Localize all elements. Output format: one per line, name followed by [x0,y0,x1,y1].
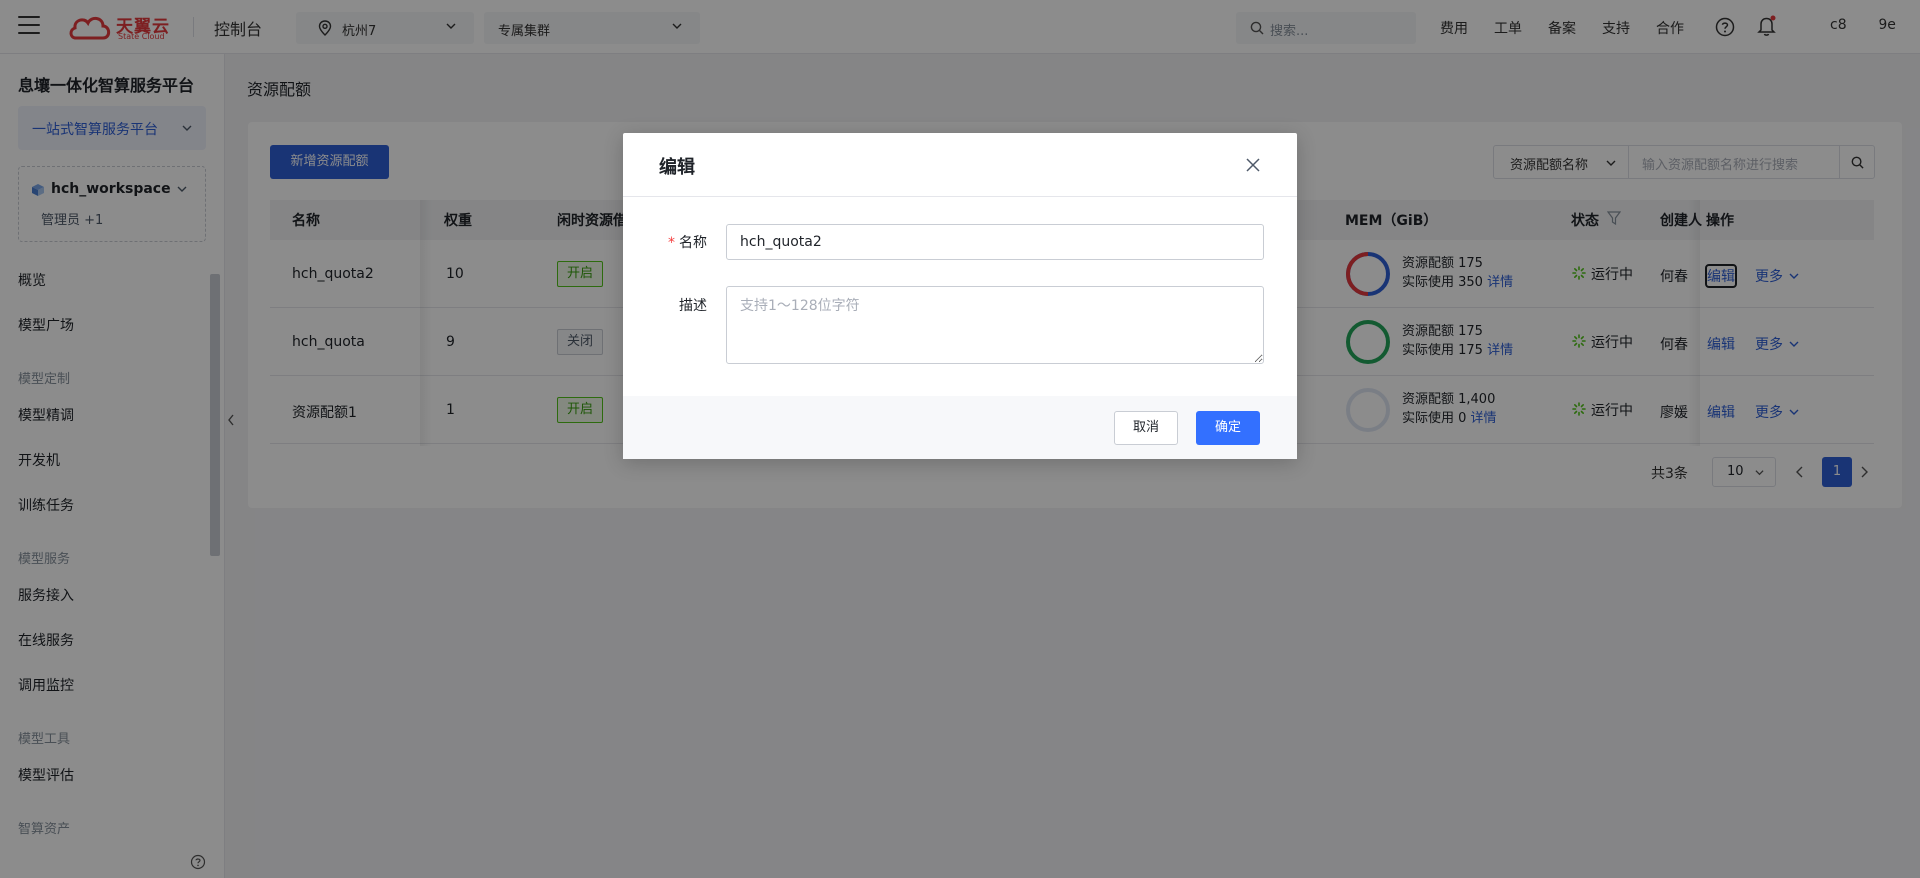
dialog-header: 编辑 [623,133,1297,197]
description-label: 描述 [679,298,707,314]
name-input[interactable] [726,224,1264,260]
cancel-button[interactable]: 取消 [1114,411,1178,445]
edit-dialog: 编辑 *名称 描述 取消 确定 [623,133,1297,459]
close-icon[interactable] [1243,155,1263,175]
name-label-text: 名称 [679,235,707,251]
description-textarea[interactable] [726,286,1264,364]
name-label: * 名称 [668,235,707,251]
confirm-button[interactable]: 确定 [1196,411,1260,445]
dialog-title: 编辑 [659,157,695,178]
